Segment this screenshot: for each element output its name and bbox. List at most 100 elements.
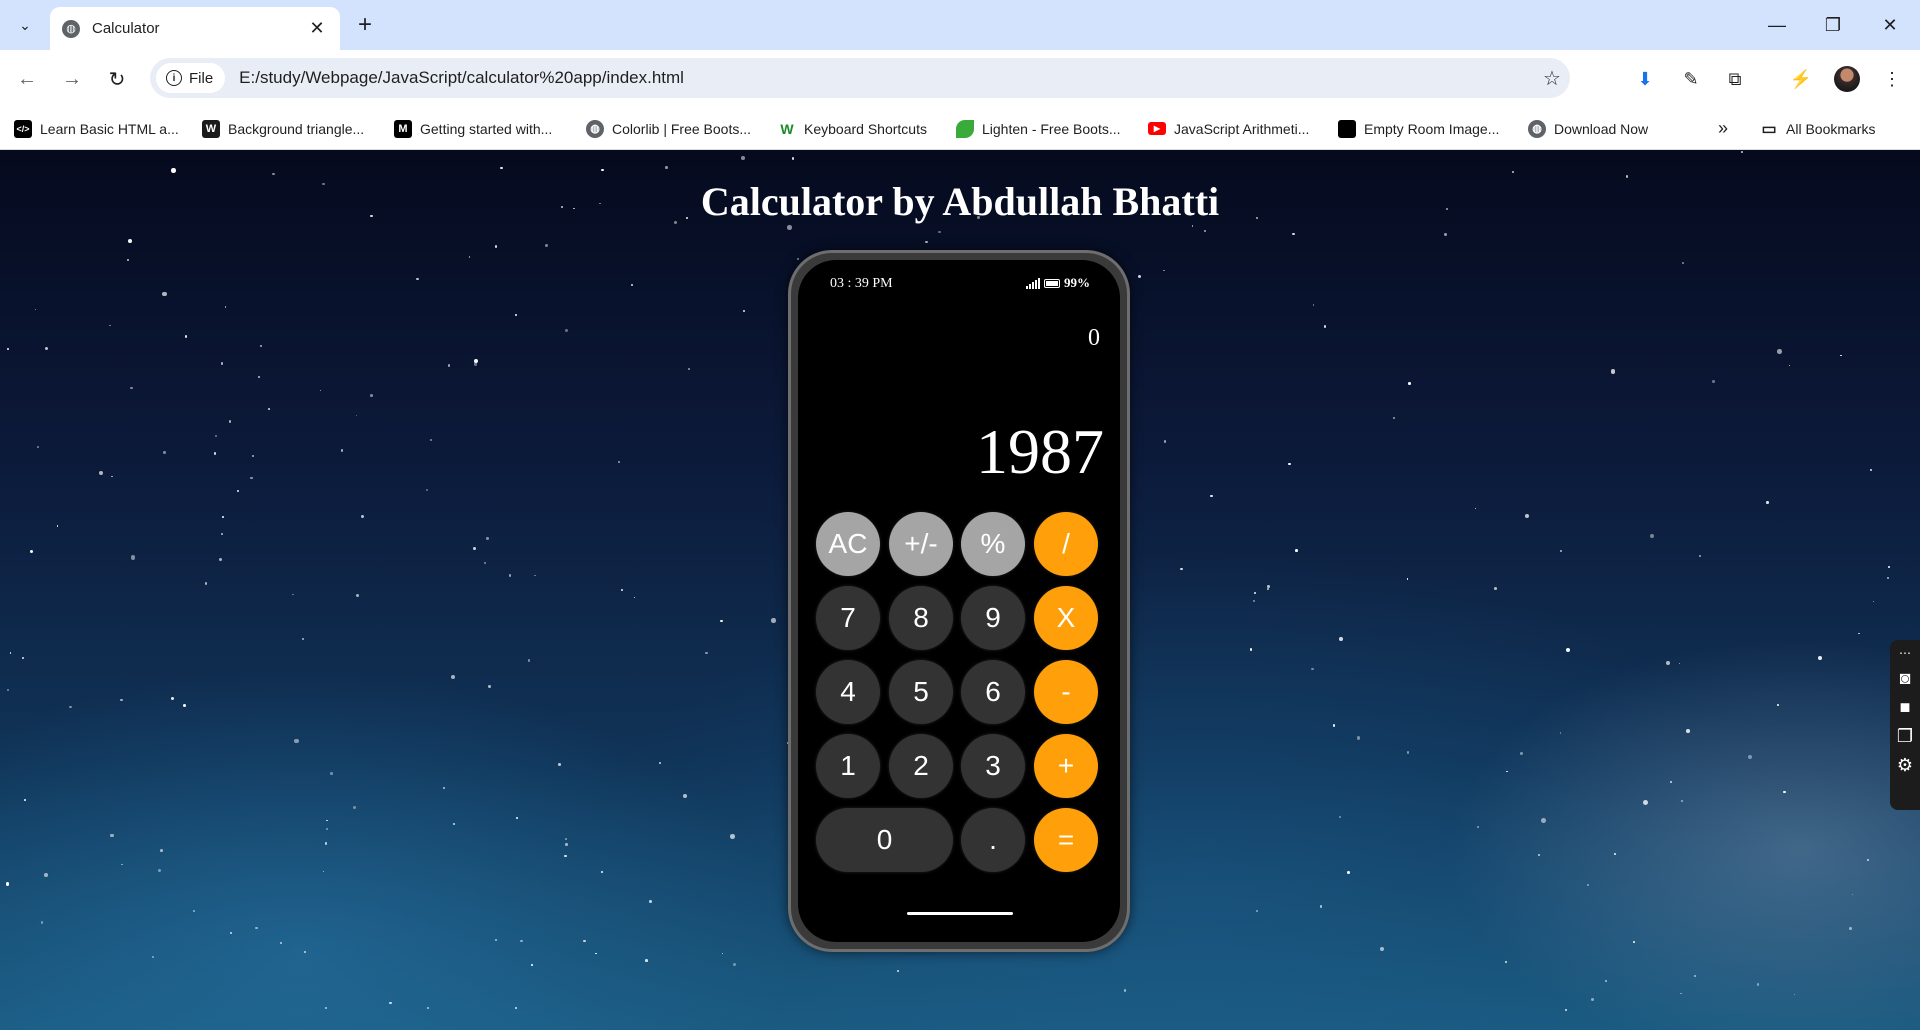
star-dot xyxy=(184,334,188,338)
eyedropper-icon[interactable]: ✎ xyxy=(1676,64,1706,94)
star-dot xyxy=(37,445,40,448)
url-text[interactable]: E:/study/Webpage/JavaScript/calculator%2… xyxy=(239,68,1534,88)
windows-icon[interactable]: ❐ xyxy=(1897,726,1913,747)
bookmark-label: Learn Basic HTML a... xyxy=(40,120,179,137)
back-arrow-icon[interactable]: ← xyxy=(12,64,42,94)
bookmark-item[interactable]: ▶ JavaScript Arithmeti... xyxy=(1148,107,1309,150)
bookmark-item[interactable]: W Keyboard Shortcuts xyxy=(778,107,927,150)
digit-4-button[interactable]: 4 xyxy=(816,660,880,724)
star-dot xyxy=(389,1001,392,1005)
decimal-button[interactable]: . xyxy=(961,808,1025,872)
minus-button[interactable]: - xyxy=(1034,660,1098,724)
performance-icon[interactable]: ⚡ xyxy=(1786,64,1816,94)
star-dot xyxy=(34,308,37,311)
star-dot xyxy=(595,952,597,955)
page-title: Calculator by Abdullah Bhatti xyxy=(700,179,1220,224)
more-icon[interactable]: ⋯ xyxy=(1899,646,1911,660)
tab-calculator[interactable]: ◍ Calculator ✕ xyxy=(50,7,340,50)
bookmark-item[interactable]: ◍ Download Now xyxy=(1528,107,1648,150)
percent-button[interactable]: % xyxy=(961,512,1025,576)
star-dot xyxy=(787,224,792,230)
star-dot xyxy=(1505,960,1507,963)
menu-kebab-icon[interactable]: ⋮ xyxy=(1877,64,1907,94)
star-dot xyxy=(163,451,166,454)
star-dot xyxy=(24,799,27,802)
divide-button[interactable]: / xyxy=(1034,512,1098,576)
digit-0-button[interactable]: 0 xyxy=(816,808,953,872)
star-dot xyxy=(152,955,155,958)
bookmark-item[interactable]: </> Learn Basic HTML a... xyxy=(14,107,179,150)
multiply-button[interactable]: X xyxy=(1034,586,1098,650)
site-info-chip[interactable]: i File xyxy=(156,63,226,93)
forward-arrow-icon[interactable]: → xyxy=(57,64,87,94)
equals-button[interactable]: = xyxy=(1034,808,1098,872)
star-dot xyxy=(236,489,239,492)
bookmark-item[interactable]: ◍ Colorlib | Free Boots... xyxy=(586,107,751,150)
more-bookmarks-chevron-icon[interactable]: » xyxy=(1718,107,1728,150)
video-camera-icon[interactable]: ■ xyxy=(1900,697,1911,718)
download-icon[interactable]: ⬇ xyxy=(1630,64,1660,94)
close-icon[interactable]: ✕ xyxy=(306,18,328,39)
bookmark-label: Lighten - Free Boots... xyxy=(982,120,1121,137)
star-dot xyxy=(1586,883,1589,886)
digit-2-button[interactable]: 2 xyxy=(889,734,953,798)
reload-icon[interactable]: ↻ xyxy=(102,64,132,94)
star-dot xyxy=(925,240,928,244)
digit-9-button[interactable]: 9 xyxy=(961,586,1025,650)
star-dot xyxy=(255,927,258,930)
star-dot xyxy=(797,257,800,260)
bookmark-item[interactable]: Empty Room Image... xyxy=(1338,107,1499,150)
address-bar[interactable]: i File E:/study/Webpage/JavaScript/calcu… xyxy=(150,58,1570,98)
star-dot xyxy=(159,848,163,852)
plus-button[interactable]: + xyxy=(1034,734,1098,798)
profile-avatar[interactable] xyxy=(1834,66,1860,92)
ac-button[interactable]: AC xyxy=(816,512,880,576)
star-dot xyxy=(130,387,133,390)
star-dot xyxy=(267,408,270,411)
leaf-icon xyxy=(956,119,974,138)
star-dot xyxy=(1633,941,1635,943)
star-dot xyxy=(897,970,900,973)
square-icon xyxy=(1338,119,1356,138)
star-dot xyxy=(1494,586,1498,590)
tab-search-chevron-down-icon[interactable]: ⌄ xyxy=(10,10,40,40)
star-dot xyxy=(251,454,255,458)
star-dot xyxy=(530,963,533,966)
bookmark-item[interactable]: W Background triangle... xyxy=(202,107,364,150)
sign-toggle-button[interactable]: +/- xyxy=(889,512,953,576)
camera-icon[interactable]: ◙ xyxy=(1900,668,1911,689)
digit-6-button[interactable]: 6 xyxy=(961,660,1025,724)
star-dot xyxy=(558,762,561,766)
star-dot xyxy=(56,525,59,527)
star-dot xyxy=(1191,225,1194,227)
star-dot xyxy=(1643,800,1649,806)
star-dot xyxy=(1670,781,1673,784)
star-dot xyxy=(170,696,174,700)
star-dot xyxy=(370,393,373,397)
star-dot xyxy=(1255,910,1258,913)
bookmark-item[interactable]: Lighten - Free Boots... xyxy=(956,107,1121,150)
star-dot xyxy=(1611,369,1616,374)
site-chip-label: File xyxy=(189,69,214,87)
bookmark-star-icon[interactable]: ☆ xyxy=(1534,66,1570,91)
extensions-puzzle-icon[interactable]: ⧉ xyxy=(1720,64,1750,94)
all-bookmarks-button[interactable]: ▭ All Bookmarks xyxy=(1760,107,1875,150)
w-logo-icon: W xyxy=(202,119,220,138)
digit-8-button[interactable]: 8 xyxy=(889,586,953,650)
new-tab-button[interactable]: + xyxy=(350,10,380,40)
close-window-icon[interactable]: ✕ xyxy=(1870,10,1910,40)
digit-5-button[interactable]: 5 xyxy=(889,660,953,724)
star-dot xyxy=(1564,1008,1568,1011)
star-dot xyxy=(1474,507,1477,510)
star-dot xyxy=(1560,550,1563,553)
minimize-icon[interactable]: — xyxy=(1757,10,1797,40)
gear-icon[interactable]: ⚙ xyxy=(1897,755,1913,776)
digit-3-button[interactable]: 3 xyxy=(961,734,1025,798)
star-dot xyxy=(733,962,737,966)
digit-1-button[interactable]: 1 xyxy=(816,734,880,798)
status-indicators: 99% xyxy=(1026,275,1090,291)
bookmark-item[interactable]: M Getting started with... xyxy=(394,107,552,150)
restore-icon[interactable]: ❐ xyxy=(1813,10,1853,40)
digit-7-button[interactable]: 7 xyxy=(816,586,880,650)
star-dot xyxy=(1681,799,1684,802)
